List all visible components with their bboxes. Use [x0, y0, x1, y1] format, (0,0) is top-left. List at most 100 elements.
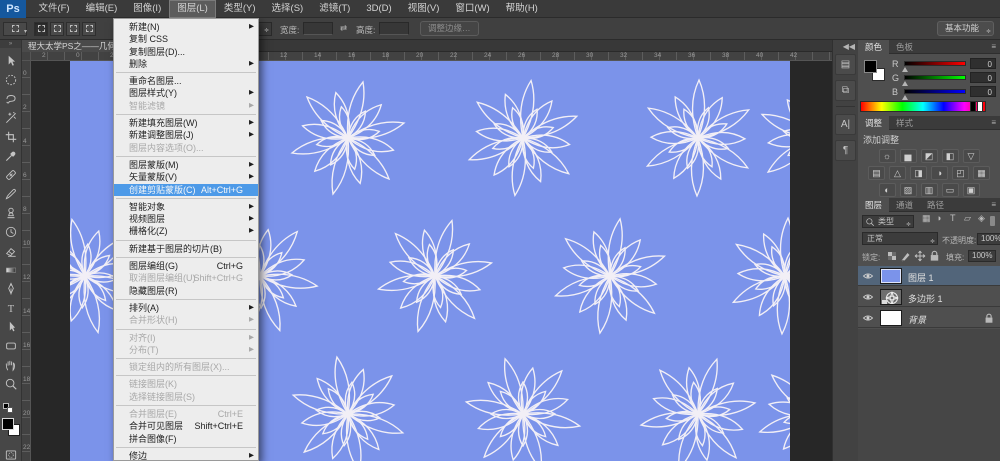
panel-menu-icon[interactable]: ≡: [991, 42, 996, 51]
filter-toggle-icon[interactable]: [990, 216, 995, 226]
menubar-item-3D(D)[interactable]: 3D(D): [358, 0, 399, 18]
layer-row[interactable]: 背景: [858, 308, 1000, 328]
exposure-adjustment-icon[interactable]: ◧: [941, 149, 959, 163]
panel-menu-icon[interactable]: ≡: [991, 200, 996, 209]
layer-menu-item[interactable]: 智能滤镜 ▶: [114, 100, 258, 112]
quick-mask-button[interactable]: [4, 448, 18, 461]
color-panel-swatches[interactable]: [864, 60, 886, 82]
menubar-item-文件(F)[interactable]: 文件(F): [30, 0, 77, 18]
zoom-tool[interactable]: [4, 377, 18, 391]
color-tab-颜色[interactable]: 颜色: [858, 40, 890, 54]
channel-value-B[interactable]: 0: [970, 86, 996, 97]
channel-value-R[interactable]: 0: [970, 58, 996, 69]
color-balance-adjustment-icon[interactable]: △: [889, 166, 906, 180]
shape-tool[interactable]: [4, 339, 18, 353]
gradient-tool[interactable]: [4, 263, 18, 277]
healing-brush-tool[interactable]: [4, 168, 18, 182]
layer-menu-item[interactable]: 删除 ▶: [114, 58, 258, 70]
refine-edge-button[interactable]: 调整边缘…: [420, 21, 479, 36]
layer-menu-item[interactable]: 复制图层(D)...: [114, 46, 258, 58]
selective-color-adjustment-icon[interactable]: ▣: [962, 183, 980, 197]
panel-menu-icon[interactable]: ≡: [991, 118, 996, 127]
brush-tool[interactable]: [4, 187, 18, 201]
lock-pixels-icon[interactable]: [900, 250, 912, 262]
menubar-item-视图(V)[interactable]: 视图(V): [400, 0, 448, 18]
layer-menu-item[interactable]: 栅格化(Z) ▶: [114, 225, 258, 237]
spectrum-black-swatch[interactable]: [970, 101, 976, 112]
foreground-background-swatch[interactable]: [2, 418, 22, 440]
magic-wand-tool[interactable]: [4, 111, 18, 125]
channel-slider-handle[interactable]: [902, 95, 908, 100]
layer-menu-item[interactable]: 对齐(I) ▶: [114, 332, 258, 344]
layer-menu-item[interactable]: 矢量蒙版(V) ▶: [114, 171, 258, 183]
brush-presets-panel-button[interactable]: ▤: [835, 54, 856, 75]
expand-panels-icon[interactable]: ◀◀: [843, 42, 855, 51]
layer-menu-item[interactable]: 合并图层(E) Ctrl+E: [114, 408, 258, 420]
layer-menu-item[interactable]: 图层蒙版(M) ▶: [114, 159, 258, 171]
layer-menu-item[interactable]: 锁定组内的所有图层(X)...: [114, 361, 258, 373]
layer-visibility-eye-icon[interactable]: [862, 312, 874, 324]
spectrum-white-swatch[interactable]: [977, 101, 983, 112]
layer-menu-item[interactable]: 合并可见图层 Shift+Ctrl+E: [114, 420, 258, 432]
lock-position-icon[interactable]: [914, 250, 926, 262]
menubar-item-帮助(H)[interactable]: 帮助(H): [498, 0, 546, 18]
layers-tab-路径[interactable]: 路径: [920, 198, 951, 212]
color-tab-色板[interactable]: 色板: [889, 40, 920, 54]
type-tool[interactable]: [4, 301, 18, 315]
menubar-item-选择(S)[interactable]: 选择(S): [264, 0, 312, 18]
filter-shape-icon[interactable]: ▱: [964, 213, 971, 224]
blend-mode-select[interactable]: 正常 ≑: [862, 232, 938, 245]
pen-tool[interactable]: [4, 282, 18, 296]
lock-all-icon[interactable]: [928, 249, 941, 262]
swap-dimensions-icon[interactable]: ⇄: [340, 23, 347, 34]
layers-tab-通道[interactable]: 通道: [889, 198, 920, 212]
channel-slider-handle[interactable]: [902, 67, 908, 72]
filter-smart-object-icon[interactable]: ◈: [978, 213, 985, 224]
channel-slider-R[interactable]: [904, 61, 966, 66]
toolbar-collapse-icon[interactable]: »: [0, 40, 21, 48]
vibrance-adjustment-icon[interactable]: ▽: [962, 149, 980, 163]
foreground-color-swatch[interactable]: [2, 418, 14, 430]
filter-adjustment-icon[interactable]: ◑: [936, 213, 941, 223]
threshold-adjustment-icon[interactable]: ▥: [920, 183, 938, 197]
move-tool[interactable]: [4, 54, 18, 68]
paragraph-panel-button[interactable]: ¶: [835, 140, 856, 161]
layer-filter-select[interactable]: 类型 ≑: [862, 215, 914, 228]
layer-row[interactable]: 多边形 1: [858, 287, 1000, 307]
layer-menu-item[interactable]: 隐藏图层(R): [114, 285, 258, 297]
add-to-selection-button[interactable]: [50, 22, 64, 36]
layers-tab-图层[interactable]: 图层: [858, 198, 890, 212]
vertical-ruler[interactable]: 0 2 4 6 8 10 12 14 16 18 20 22: [22, 61, 31, 461]
tool-preset-picker[interactable]: ▾: [3, 22, 27, 36]
menubar-item-窗口(W)[interactable]: 窗口(W): [447, 0, 497, 18]
layer-row[interactable]: 图层 1: [858, 266, 1000, 286]
menubar-item-图像(I)[interactable]: 图像(I): [125, 0, 169, 18]
adjustments-tab-样式[interactable]: 样式: [889, 116, 920, 130]
layer-menu-item[interactable]: 图层样式(Y) ▶: [114, 87, 258, 99]
fill-value[interactable]: 100%: [968, 250, 997, 262]
layer-menu-item[interactable]: 排列(A) ▶: [114, 302, 258, 314]
menubar-item-图层(L)[interactable]: 图层(L): [169, 0, 216, 18]
width-field[interactable]: [303, 22, 333, 35]
height-field[interactable]: [379, 22, 409, 35]
filter-type-icon[interactable]: T: [950, 213, 956, 223]
layer-menu-item[interactable]: 智能对象 ▶: [114, 201, 258, 213]
layer-menu-item[interactable]: 新建调整图层(J) ▶: [114, 129, 258, 141]
layer-menu-item[interactable]: 链接图层(K): [114, 378, 258, 390]
channel-value-G[interactable]: 0: [970, 72, 996, 83]
layer-menu-item[interactable]: 选择链接图层(S): [114, 391, 258, 403]
hand-tool[interactable]: [4, 358, 18, 372]
gradient-map-adjustment-icon[interactable]: ▭: [941, 183, 959, 197]
black-white-adjustment-icon[interactable]: ◨: [910, 166, 927, 180]
layer-menu-item[interactable]: 取消图层编组(U) Shift+Ctrl+G: [114, 272, 258, 284]
layer-menu-item[interactable]: 分布(T) ▶: [114, 344, 258, 356]
marquee-tool[interactable]: [4, 73, 18, 87]
color-lookup-adjustment-icon[interactable]: ▦: [973, 166, 990, 180]
curves-adjustment-icon[interactable]: ◩: [920, 149, 938, 163]
layer-menu-item[interactable]: 图层内容选项(O)...: [114, 142, 258, 154]
clone-stamp-tool[interactable]: [4, 206, 18, 220]
opacity-value[interactable]: 100%: [977, 233, 1000, 245]
channel-mixer-adjustment-icon[interactable]: ◰: [952, 166, 969, 180]
eyedropper-tool[interactable]: [4, 149, 18, 163]
filter-pixel-icon[interactable]: ▦: [922, 213, 931, 224]
